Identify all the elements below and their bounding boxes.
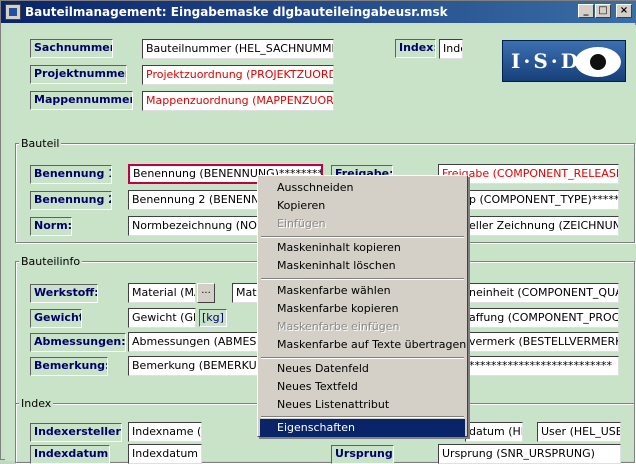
zeichnung-field[interactable]: eller Zeichnung (ZEICHNUNG_ xyxy=(465,216,619,236)
werkstoff-field[interactable]: Material (MAT xyxy=(128,283,196,303)
menu-item-neues-datenfeld[interactable]: Neues Datenfeld xyxy=(260,360,465,378)
ursprung-field[interactable]: Ursprung (SNR_URSPRUNG) xyxy=(438,444,621,464)
projektnummer-label: Projektnummer: xyxy=(30,65,127,84)
norm-label: Norm: xyxy=(30,217,72,236)
component-type-field[interactable]: p (COMPONENT_TYPE)***** xyxy=(465,190,619,210)
index-label: Index: xyxy=(395,39,436,58)
index-field[interactable]: Inde xyxy=(439,39,463,59)
einheit-field[interactable]: neinheit (COMPONENT_QUA xyxy=(465,283,619,303)
logo-text: I·S·D xyxy=(511,49,582,73)
menu-item-maskenfarbe-waehlen[interactable]: Maskenfarbe wählen xyxy=(260,282,465,300)
menu-item-ausschneiden[interactable]: Ausschneiden xyxy=(260,179,465,197)
menu-separator xyxy=(261,278,464,280)
gewicht-label: Gewicht: xyxy=(30,309,82,328)
app-icon[interactable] xyxy=(5,4,21,20)
bauteil-group-title: Bauteil xyxy=(19,137,62,150)
indexdatum-field[interactable]: Indexdatum (I xyxy=(128,444,202,464)
mappennummer-label: Mappennummer: xyxy=(30,91,133,110)
ursprung-label: Ursprung: xyxy=(331,445,394,464)
menu-item-maskenfarbe-einfuegen[interactable]: Maskenfarbe einfügen xyxy=(260,318,465,336)
window-title: Bauteilmanagement: Eingabemaske dlgbaute… xyxy=(25,5,448,19)
projektnummer-field[interactable]: Projektzuordnung (PROJEKTZUORDNU xyxy=(142,65,334,85)
menu-separator xyxy=(261,357,464,359)
indexersteller-field[interactable]: Indexname (IN xyxy=(128,422,202,442)
benennung1-label: Benennung 1: xyxy=(30,165,112,184)
menu-item-einfuegen[interactable]: Einfügen xyxy=(260,215,465,233)
menu-item-maskenfarbe-texte[interactable]: Maskenfarbe auf Texte übertragen xyxy=(260,336,466,354)
gewicht-field[interactable]: Gewicht (GE xyxy=(128,308,196,328)
menu-item-eigenschaften[interactable]: Eigenschaften xyxy=(260,419,465,437)
mappennummer-field[interactable]: Mappenzuordnung (MAPPENZUORDN xyxy=(142,91,334,111)
abmessungen-field[interactable]: Abmessungen (ABMESSU xyxy=(128,332,262,352)
menu-item-maskeninhalt-kopieren[interactable]: Maskeninhalt kopieren xyxy=(260,239,465,257)
werkstoff-browse-button[interactable]: ... xyxy=(197,283,215,303)
maximize-button[interactable]: □ xyxy=(595,4,611,18)
minimize-button[interactable]: _ xyxy=(578,4,594,18)
context-menu: Ausschneiden Kopieren Einfügen Maskeninh… xyxy=(257,175,468,437)
bemerkung-label: Bemerkung: xyxy=(30,357,108,376)
indexdatum-label: Indexdatum: xyxy=(30,445,110,464)
menu-separator xyxy=(261,236,464,238)
index-group-title: Index xyxy=(19,397,54,410)
menu-item-maskenfarbe-kopieren[interactable]: Maskenfarbe kopieren xyxy=(260,300,465,318)
werkstoff-label: Werkstoff: xyxy=(30,284,98,303)
menu-separator xyxy=(261,416,464,418)
abmessungen-label: Abmessungen: xyxy=(30,333,126,352)
title-bar[interactable]: Bauteilmanagement: Eingabemaske dlgbaute… xyxy=(1,1,636,23)
gewicht-unit: [kg] xyxy=(199,309,227,327)
menu-item-neues-textfeld[interactable]: Neues Textfeld xyxy=(260,378,465,396)
bemerkung-field[interactable]: Bemerkung (BEMERKUNG xyxy=(128,356,262,376)
eye-icon xyxy=(575,47,621,77)
user-field[interactable]: User (HEL_USE xyxy=(537,422,621,442)
bestellvermerk-field[interactable]: vermerk (BESTELLVERMERK xyxy=(465,332,619,352)
isd-logo: I·S·D xyxy=(502,40,626,82)
menu-item-neues-listenattribut[interactable]: Neues Listenattribut xyxy=(260,396,465,414)
menu-item-kopieren[interactable]: Kopieren xyxy=(260,197,465,215)
bauteilinfo-group-title: Bauteilinfo xyxy=(19,255,83,268)
beschaffung-field[interactable]: affung (COMPONENT_PROC xyxy=(465,308,619,328)
sachnummer-field[interactable]: Bauteilnummer (HEL_SACHNUMMER)* xyxy=(142,39,334,59)
indexersteller-label: Indexersteller: xyxy=(30,423,122,442)
bemerkung-field-tail[interactable]: ************************** xyxy=(465,356,619,376)
sachnummer-label: Sachnummer: xyxy=(30,39,113,58)
benennung2-label: Benennung 2: xyxy=(30,191,112,210)
indexdatum-he-field[interactable]: datum (HE xyxy=(465,422,523,442)
close-button[interactable]: × xyxy=(616,4,632,18)
menu-item-maskeninhalt-loeschen[interactable]: Maskeninhalt löschen xyxy=(260,257,465,275)
